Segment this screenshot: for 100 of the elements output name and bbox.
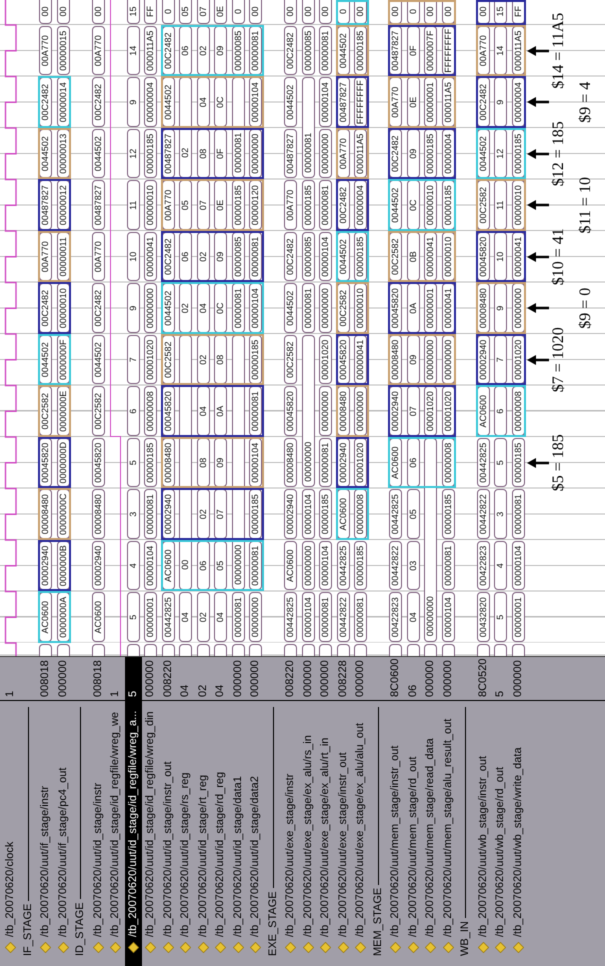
signal-value: 00000185: [512, 438, 525, 488]
signal-value: 00A770: [92, 232, 105, 282]
signal-current-value: 5: [495, 690, 506, 697]
signal-value: 00000081: [249, 386, 262, 436]
signal-value: 00442822: [476, 490, 490, 539]
signal-value: 00000104: [319, 78, 332, 127]
signal-name[interactable]: /tb_20070620/uut/id_stage/data1: [232, 776, 244, 937]
group-divider-label[interactable]: IF_STAGE: [22, 904, 34, 956]
signal-value: 07: [406, 386, 420, 436]
signal-value: 3: [126, 490, 140, 539]
diamond-icon: [390, 942, 402, 953]
signal-value: 08: [196, 129, 210, 178]
signal-value: 09: [406, 335, 420, 384]
signal-value: 00000185: [354, 26, 368, 76]
signal-value: 0F: [406, 26, 420, 76]
signal-name[interactable]: /tb_20070620/uut/mem_stage/read_data: [425, 738, 436, 937]
signal-name[interactable]: /tb_20070620/uut/exe_stage/instr_out: [338, 752, 349, 937]
annotation-label: $10 = 41: [550, 228, 568, 286]
signal-value: 06: [179, 232, 192, 282]
signal-value: 3: [494, 490, 508, 539]
signal-name[interactable]: /tb_20070620/uut/if_stage/pc4_out: [58, 768, 69, 937]
signal-value: 00487827: [284, 129, 298, 178]
signal-value: 09: [214, 26, 228, 76]
signal-value: 00000185: [249, 335, 262, 384]
annotation-label: $11 = 10: [577, 177, 595, 234]
signal-value: 00C2482: [92, 284, 105, 333]
signal-value: 00000000: [249, 129, 262, 178]
signal-name[interactable]: /tb_20070620/uut/wb_stage/write_data: [512, 747, 524, 937]
signal-value: 04: [196, 386, 210, 436]
signal-value: 00000014: [56, 78, 70, 127]
signal-name[interactable]: /tb_20070620/uut/exe_stage/ex_alu/rs_in: [302, 735, 314, 937]
signal-value: 0C: [214, 78, 228, 127]
signal-value: 00000041: [354, 335, 368, 384]
signal-value: 6: [494, 386, 508, 436]
annotation-label: $12 = 185: [550, 121, 568, 186]
signal-value: 15: [126, 0, 140, 24]
signal-current-value: 000000: [320, 660, 332, 697]
diamond-icon: [180, 942, 192, 953]
signal-value: 00000000: [249, 592, 262, 642]
signal-value: 7: [494, 335, 508, 384]
signal-value: 5: [494, 592, 508, 642]
signal-name[interactable]: /tb_20070620/uut/id_stage/instr: [92, 782, 104, 937]
diamond-icon: [478, 942, 489, 953]
signal-name[interactable]: /tb_20070620/uut/id_stage/rd_reg: [215, 772, 226, 937]
signal-value: 00000104: [319, 541, 332, 590]
signal-name[interactable]: /tb_20070620/uut/id_stage/rt_reg: [198, 774, 209, 937]
diamond-icon: [285, 942, 296, 953]
arrow-icon: [527, 97, 549, 108]
signal-value: 00000041: [424, 232, 438, 282]
signal-current-value: 000000: [442, 660, 454, 697]
signal-value: 05: [406, 490, 420, 539]
signal-value: 00000010: [354, 284, 368, 333]
diamond-icon: [162, 942, 174, 953]
signal-value: 00487827: [92, 180, 105, 230]
signal-value: 00C2482: [92, 78, 105, 127]
signal-name[interactable]: /tb_20070620/uut/mem_stage/instr_out: [390, 746, 402, 937]
signal-name[interactable]: /tb_20070620/uut/exe_stage/instr: [285, 774, 296, 937]
signal-name[interactable]: /tb_20070620/uut/id_stage/id_regfile/wreg_we: [110, 712, 122, 937]
signal-value: 00000041: [512, 232, 525, 282]
signal-value: 00A770: [92, 26, 105, 76]
signal-name[interactable]: /tb_20070620/uut/id_stage/id_regfile/wreg_a...: [128, 710, 139, 937]
signal-name[interactable]: /tb_20070620/uut/id_stage/id_regfile/wreg_din: [145, 711, 156, 937]
signal-name[interactable]: /tb_20070620/uut/wb_stage/instr_out: [478, 756, 489, 937]
signal-name[interactable]: /tb_20070620/uut/id_stage/data2: [250, 776, 262, 937]
group-divider-label[interactable]: WB_IN: [460, 921, 472, 956]
signal-value: 03: [406, 541, 420, 590]
signal-value: 00000081: [512, 490, 525, 539]
signal-name[interactable]: /tb_20070620/uut/exe_stage/ex_alu/alu_out: [355, 722, 366, 937]
signal-name[interactable]: /tb_20070620/uut/id_stage/instr_out: [162, 761, 174, 937]
signal-value: 0000000B: [56, 541, 70, 590]
signal-value: 9: [494, 284, 508, 333]
diamond-icon: [512, 942, 524, 953]
signal-value: 00000008: [512, 386, 525, 436]
signal-name[interactable]: /tb_20070620/uut/wb_stage/rd_out: [495, 766, 506, 937]
signal-name[interactable]: /tb_20070620/uut/mem_stage/alu_result_out: [442, 718, 454, 937]
signal-value: 04: [214, 592, 228, 642]
signal-value: 5: [494, 438, 508, 488]
signal-current-value: 008018: [92, 660, 104, 697]
signal-value: 00: [319, 0, 332, 24]
signal-name[interactable]: /tb_20070620/clock: [5, 842, 16, 937]
group-divider-label[interactable]: ID_STAGE: [75, 902, 86, 956]
group-divider-label[interactable]: EXE_STAGE: [268, 891, 279, 956]
group-divider-label[interactable]: MEM_STAGE: [372, 888, 384, 956]
signal-value: 00: [39, 0, 52, 24]
signal-name[interactable]: /tb_20070620/uut/if_stage/instr: [40, 786, 52, 937]
signal-value: 00000120: [249, 180, 262, 230]
signal-value: 00000010: [144, 180, 158, 230]
signal-value: 04: [196, 284, 210, 333]
signal-current-value: 000000: [232, 660, 244, 697]
signal-name[interactable]: /tb_20070620/uut/exe_stage/ex_alu/rt_in: [320, 738, 332, 937]
diamond-icon: [215, 942, 226, 953]
signal-name[interactable]: /tb_20070620/uut/id_stage/rs_reg: [180, 772, 192, 937]
signal-name[interactable]: /tb_20070620/uut/mem_stage/rd_out: [408, 756, 419, 937]
signal-value: 00C2582: [284, 335, 298, 384]
diamond-icon: [442, 942, 454, 953]
diamond-icon: [92, 942, 104, 953]
signal-value: 00000185: [442, 490, 455, 539]
diamond-icon: [198, 942, 209, 953]
signal-value: 00000010: [424, 180, 438, 230]
diamond-icon: [128, 942, 139, 953]
